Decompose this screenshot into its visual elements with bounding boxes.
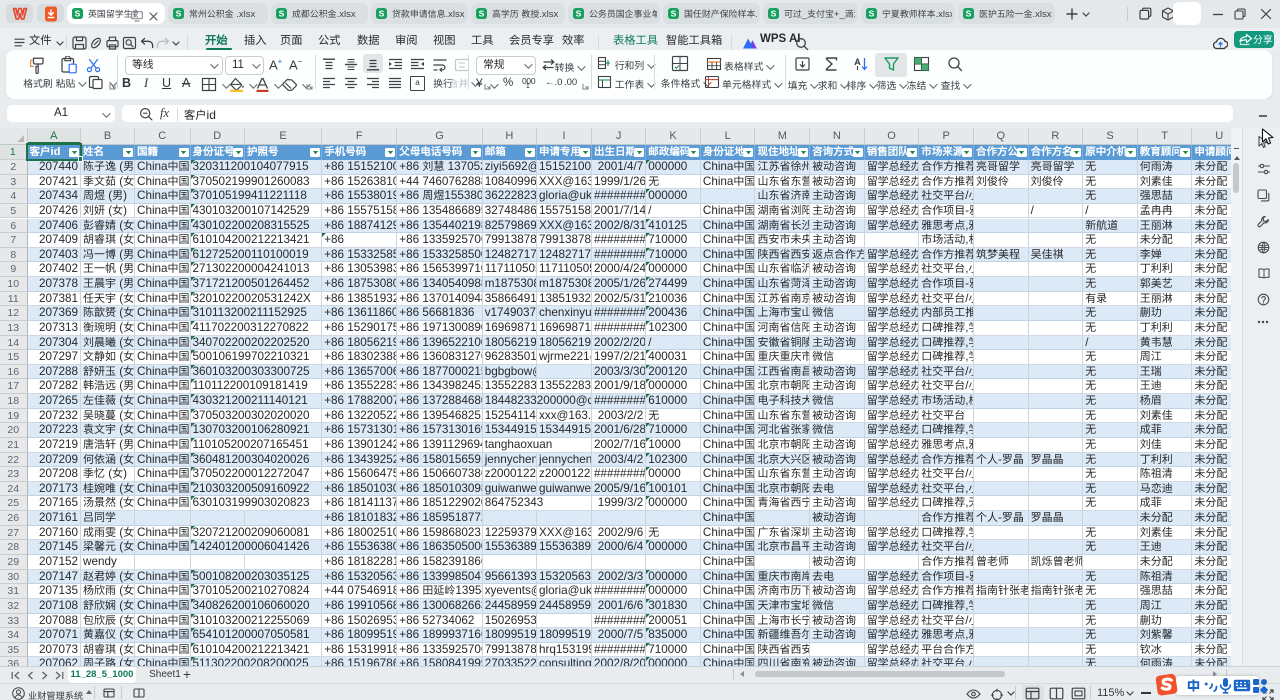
svg-text:S: S	[479, 9, 485, 19]
svg-text:S: S	[576, 9, 582, 19]
svg-text:S: S	[966, 9, 972, 19]
svg-text:S: S	[671, 9, 677, 19]
svg-text:S: S	[279, 9, 285, 19]
svg-text:S: S	[176, 9, 182, 19]
svg-text:S: S	[75, 9, 81, 19]
svg-text:S: S	[771, 9, 777, 19]
svg-text:S: S	[379, 9, 385, 19]
svg-text:S: S	[869, 9, 875, 19]
